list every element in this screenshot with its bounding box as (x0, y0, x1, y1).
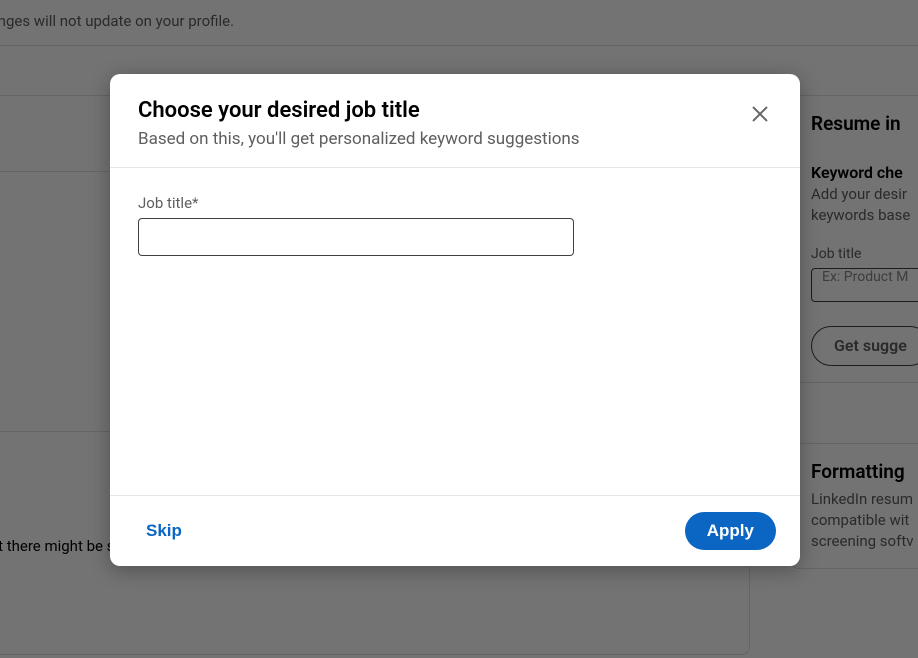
job-title-label: Job title* (138, 194, 772, 212)
modal-body: Job title* (110, 168, 800, 495)
close-button[interactable] (742, 96, 778, 132)
skip-button[interactable]: Skip (134, 513, 194, 549)
modal-footer: Skip Apply (110, 495, 800, 566)
job-title-modal: Choose your desired job title Based on t… (110, 74, 800, 566)
modal-header: Choose your desired job title Based on t… (110, 74, 800, 168)
apply-button[interactable]: Apply (685, 512, 776, 550)
job-title-input[interactable] (138, 218, 574, 256)
modal-title: Choose your desired job title (138, 98, 772, 123)
close-icon (749, 103, 771, 125)
modal-subtitle: Based on this, you'll get personalized k… (138, 129, 772, 149)
